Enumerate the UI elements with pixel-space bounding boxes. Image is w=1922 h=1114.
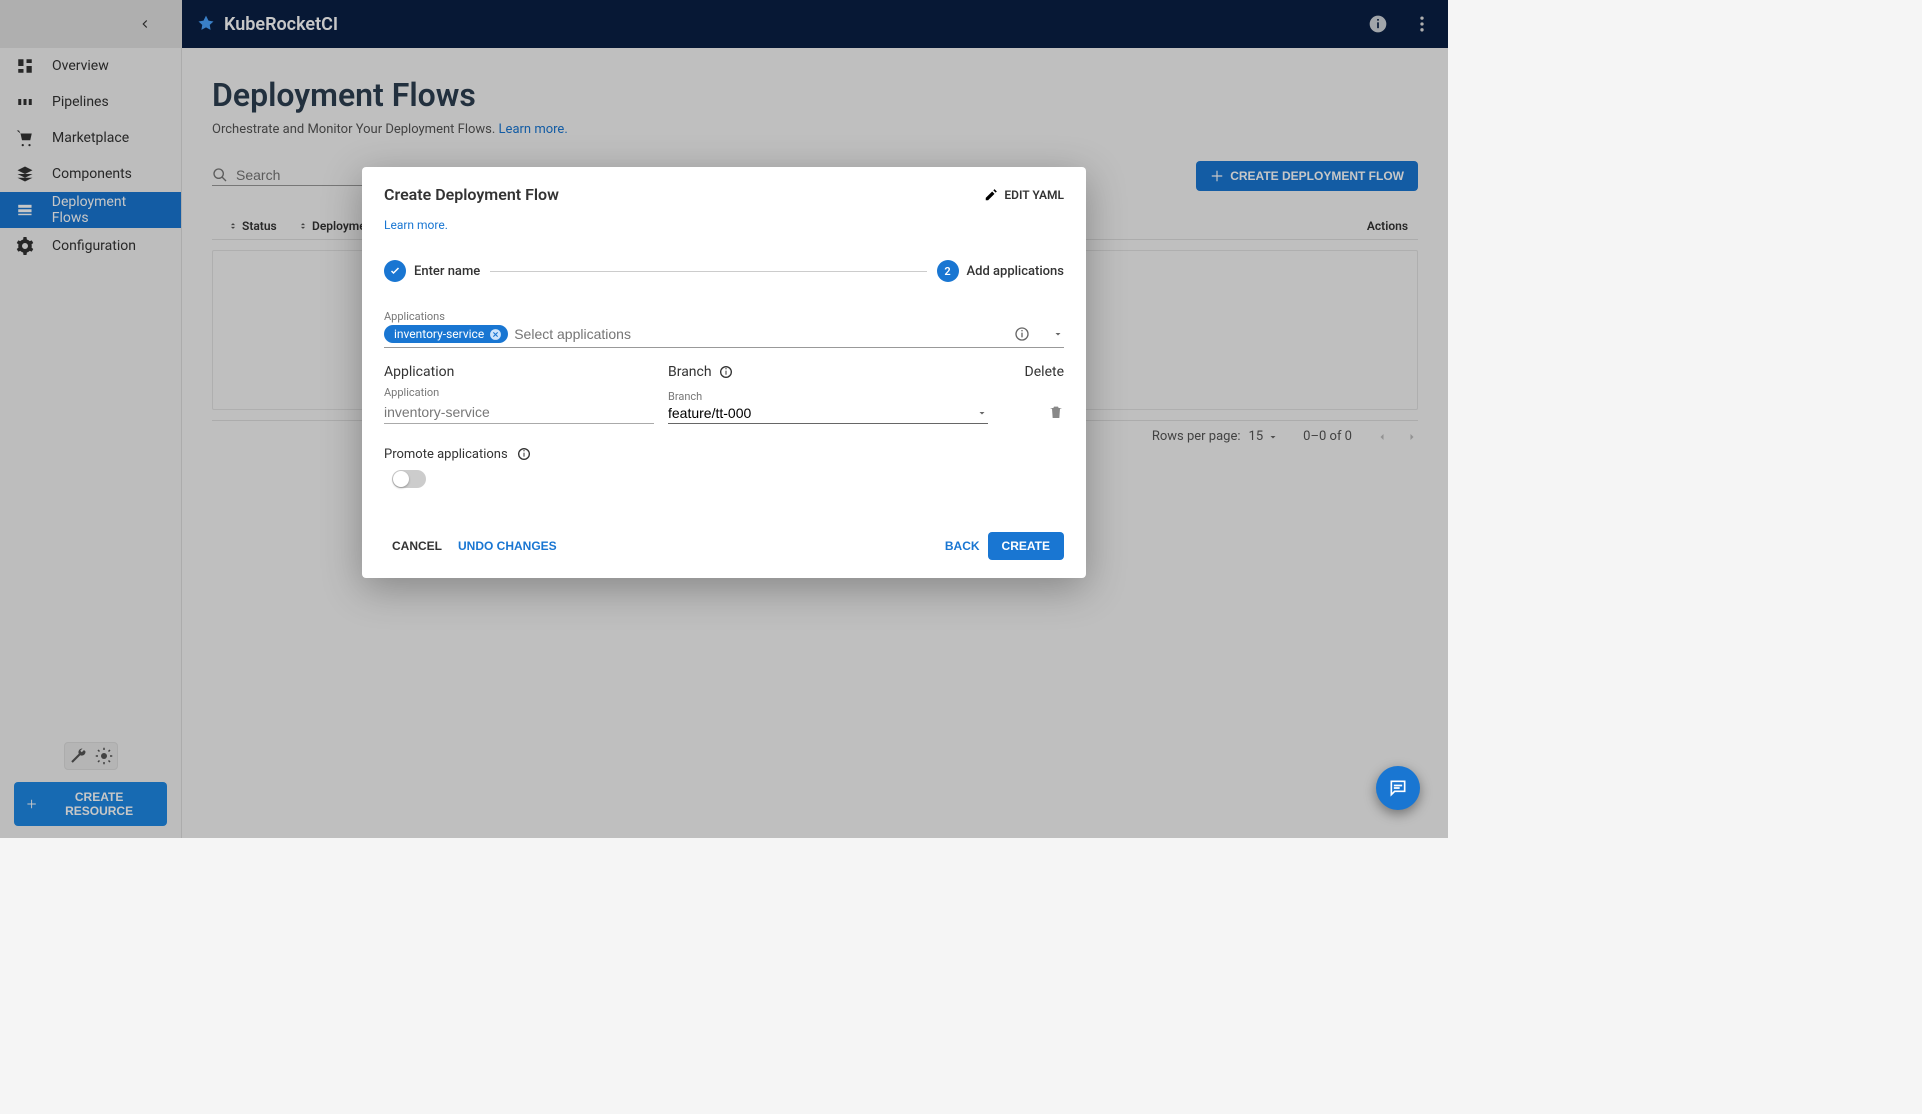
promote-label: Promote applications <box>384 447 508 462</box>
edit-yaml-button[interactable]: EDIT YAML <box>984 188 1064 202</box>
stepper: Enter name 2 Add applications <box>384 260 1064 282</box>
applications-input[interactable] <box>514 326 1008 342</box>
info-icon[interactable] <box>1014 326 1030 342</box>
chevron-down-icon[interactable] <box>1052 328 1064 340</box>
applications-row: inventory-service <box>384 325 1064 348</box>
dialog-actions: CANCEL UNDO CHANGES BACK CREATE <box>384 532 1064 560</box>
dialog-learn-more[interactable]: Learn more. <box>384 218 1064 232</box>
info-icon[interactable] <box>516 446 532 462</box>
dialog-header: Create Deployment Flow EDIT YAML <box>384 185 1064 204</box>
application-chip: inventory-service <box>384 325 508 343</box>
info-icon[interactable] <box>718 364 734 380</box>
check-icon <box>389 265 401 277</box>
col-delete: Delete <box>1025 364 1064 380</box>
row-application-field: Application <box>384 386 654 424</box>
col-branch: Branch <box>668 364 1008 380</box>
promote-toggle[interactable] <box>392 470 426 488</box>
columns-header: Application Branch Delete <box>384 364 1064 380</box>
applications-trail <box>1014 326 1064 342</box>
step-connector <box>490 271 926 272</box>
dialog-title: Create Deployment Flow <box>384 185 559 204</box>
row-branch-value[interactable] <box>668 405 976 421</box>
step-number-badge: 2 <box>937 260 959 282</box>
undo-changes-button[interactable]: UNDO CHANGES <box>450 533 565 559</box>
col-application: Application <box>384 364 668 380</box>
trash-icon <box>1048 404 1064 420</box>
delete-row-button[interactable] <box>1048 404 1064 424</box>
row-branch-label: Branch <box>668 390 988 403</box>
create-deployment-flow-dialog: Create Deployment Flow EDIT YAML Learn m… <box>362 167 1086 578</box>
cancel-button[interactable]: CANCEL <box>384 533 450 559</box>
row-application-label: Application <box>384 386 654 399</box>
create-button[interactable]: CREATE <box>988 532 1064 560</box>
app-row: Application Branch <box>384 386 1064 424</box>
chat-icon <box>1388 778 1408 798</box>
row-branch-select[interactable] <box>668 405 988 424</box>
chevron-down-icon <box>976 407 988 419</box>
chat-fab[interactable] <box>1376 766 1420 810</box>
row-application-value <box>384 401 654 424</box>
applications-field: Applications inventory-service <box>384 310 1064 348</box>
step-enter-name[interactable]: Enter name <box>384 260 480 282</box>
promote-applications: Promote applications <box>384 446 1064 462</box>
step-add-applications[interactable]: 2 Add applications <box>937 260 1065 282</box>
remove-chip-icon[interactable] <box>489 328 502 341</box>
applications-label: Applications <box>384 310 1064 323</box>
back-button[interactable]: BACK <box>937 533 988 559</box>
row-branch-field: Branch <box>668 390 988 424</box>
step-check-badge <box>384 260 406 282</box>
pencil-icon <box>984 188 998 202</box>
